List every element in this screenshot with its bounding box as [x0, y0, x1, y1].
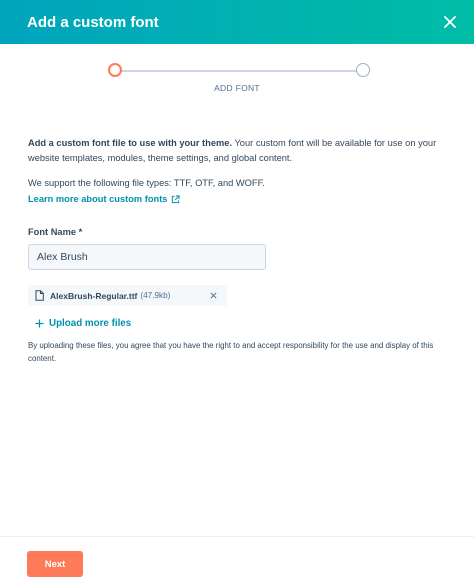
file-icon [35, 290, 44, 301]
upload-more-files-button[interactable]: Upload more files [35, 318, 452, 329]
font-name-label: Font Name * [28, 227, 83, 237]
close-icon [209, 292, 217, 299]
close-button[interactable] [438, 10, 462, 34]
font-name-input[interactable] [28, 244, 266, 270]
step-label: ADD FONT [214, 83, 260, 93]
close-icon [444, 16, 456, 28]
intro-bold-text: Add a custom font file to use with your … [28, 138, 233, 148]
step-indicator-inactive [356, 63, 370, 77]
modal-content: Add a custom font file to use with your … [28, 136, 452, 365]
next-button[interactable]: Next [27, 551, 83, 577]
learn-more-link-label: Learn more about custom fonts [28, 194, 168, 204]
modal-footer: Next [0, 536, 474, 588]
uploaded-file-chip: AlexBrush-Regular.ttf (47.9kb) [28, 285, 227, 306]
intro-text: Add a custom font file to use with your … [28, 136, 452, 166]
remove-file-button[interactable] [207, 290, 219, 302]
uploaded-file-size: (47.9kb) [140, 291, 171, 300]
upload-more-files-label: Upload more files [49, 318, 132, 329]
progress-stepper: ADD FONT [0, 62, 474, 102]
supported-file-types-text: We support the following file types: TTF… [28, 178, 265, 188]
uploaded-file-name: AlexBrush-Regular.ttf [50, 290, 138, 301]
learn-more-link[interactable]: Learn more about custom fonts [28, 192, 452, 206]
upload-disclaimer: By uploading these files, you agree that… [28, 341, 434, 363]
external-link-icon [172, 194, 181, 203]
plus-icon [35, 319, 44, 328]
stepper-line [121, 70, 357, 72]
modal-title: Add a custom font [27, 13, 159, 31]
step-indicator-active [108, 63, 122, 77]
modal-header: Add a custom font [0, 0, 474, 44]
